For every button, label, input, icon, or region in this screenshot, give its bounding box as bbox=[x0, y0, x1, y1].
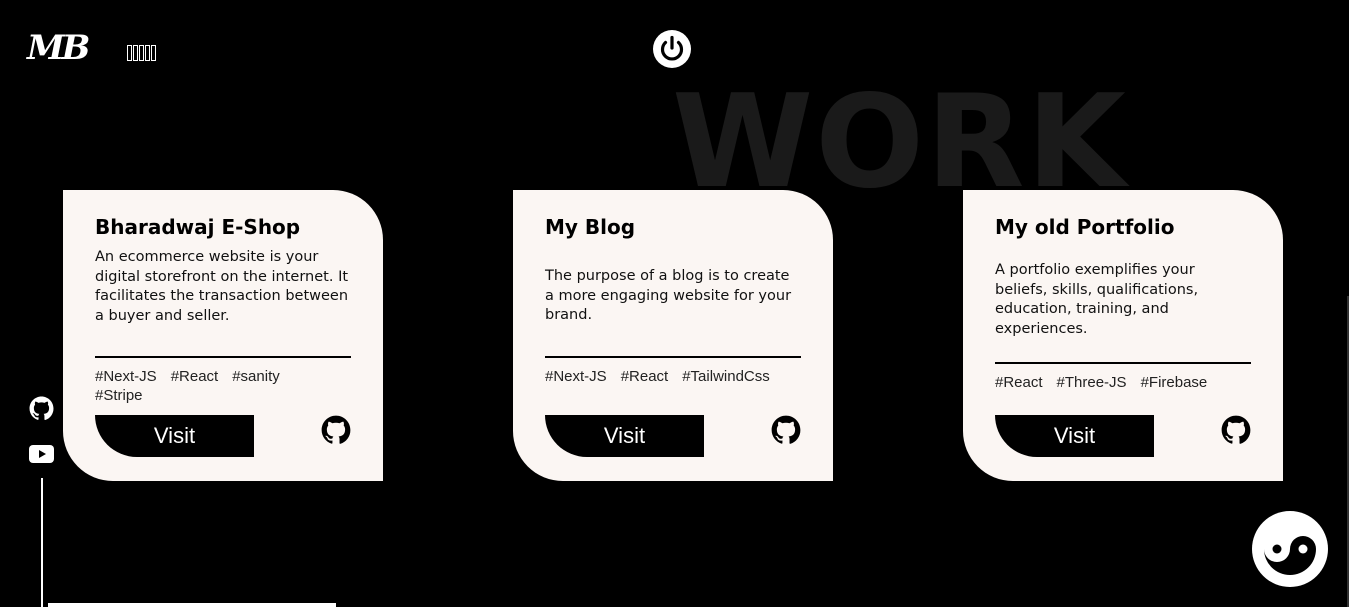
divider bbox=[995, 362, 1251, 364]
logo[interactable]: MB bbox=[27, 28, 90, 68]
tag: #React bbox=[170, 368, 219, 385]
project-title: Bharadwaj E-Shop bbox=[95, 215, 301, 239]
project-description: A portfolio exemplifies your beliefs, sk… bbox=[995, 262, 1199, 337]
visit-button[interactable]: Visit bbox=[995, 415, 1154, 457]
visit-button[interactable]: Visit bbox=[545, 415, 704, 457]
missing-glyph-text bbox=[127, 45, 156, 61]
github-icon[interactable] bbox=[771, 415, 801, 445]
tag-list: #Next-JS #React #sanity #Stripe bbox=[95, 367, 351, 405]
project-card: My Blog The purpose of a blog is to crea… bbox=[513, 190, 833, 481]
social-divider-line bbox=[41, 478, 43, 607]
tag: #Firebase bbox=[1140, 374, 1208, 391]
tag: #Next-JS bbox=[545, 368, 607, 385]
divider bbox=[95, 356, 351, 358]
project-description: An ecommerce website is your digital sto… bbox=[95, 249, 349, 324]
youtube-icon[interactable] bbox=[29, 444, 54, 464]
github-icon[interactable] bbox=[1221, 415, 1251, 445]
tag: #React bbox=[995, 374, 1043, 391]
section-background-title: WORK bbox=[672, 68, 1128, 217]
tag: #Three-JS bbox=[1056, 374, 1127, 391]
github-icon[interactable] bbox=[29, 396, 54, 421]
visit-button[interactable]: Visit bbox=[95, 415, 254, 457]
project-card: Bharadwaj E-Shop An ecommerce website is… bbox=[63, 190, 383, 481]
tag: #Stripe bbox=[95, 387, 143, 404]
yin-yang-icon[interactable] bbox=[1251, 510, 1329, 588]
tag-list: #Next-JS #React #TailwindCss bbox=[545, 367, 801, 386]
tag: #React bbox=[620, 368, 669, 385]
power-icon[interactable] bbox=[652, 29, 692, 69]
tag: #TailwindCss bbox=[682, 368, 770, 385]
tag: #Next-JS bbox=[95, 368, 157, 385]
project-title: My old Portfolio bbox=[995, 215, 1175, 239]
github-icon[interactable] bbox=[321, 415, 351, 445]
tag: #sanity bbox=[232, 368, 280, 385]
project-card: My old Portfolio A portfolio exemplifies… bbox=[963, 190, 1283, 481]
project-title: My Blog bbox=[545, 215, 636, 239]
progress-line bbox=[48, 603, 336, 607]
project-description: The purpose of a blog is to create a mor… bbox=[545, 268, 792, 323]
tag-list: #React #Three-JS #Firebase bbox=[995, 373, 1251, 392]
divider bbox=[545, 356, 801, 358]
